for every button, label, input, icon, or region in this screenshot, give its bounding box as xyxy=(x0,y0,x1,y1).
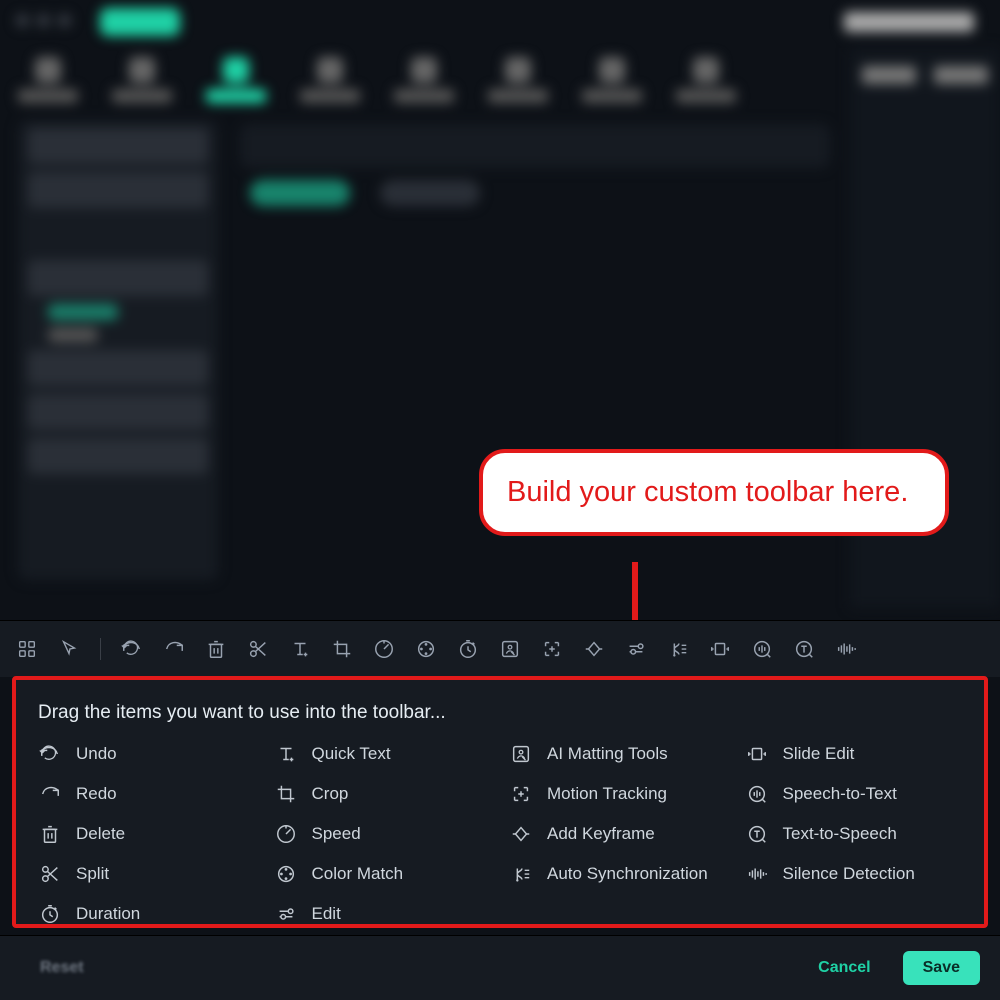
crop-icon[interactable] xyxy=(331,638,353,660)
dialog-footer: Reset Cancel Save xyxy=(0,935,1000,1000)
search-bar xyxy=(240,124,830,168)
cursor-icon[interactable] xyxy=(58,638,80,660)
main-tabs xyxy=(18,48,980,112)
item-label: Slide Edit xyxy=(783,744,855,764)
item-label: Edit xyxy=(312,904,341,924)
item-label: Add Keyframe xyxy=(547,824,655,844)
window-controls xyxy=(16,14,71,27)
item-crop[interactable]: Crop xyxy=(274,782,492,806)
autosync-icon[interactable] xyxy=(667,638,689,660)
quicktext-icon[interactable] xyxy=(289,638,311,660)
item-label: Speed xyxy=(312,824,361,844)
item-label: Silence Detection xyxy=(783,864,915,884)
crop-icon xyxy=(274,782,298,806)
item-label: Auto Synchronization xyxy=(547,864,708,884)
item-label: AI Matting Tools xyxy=(547,744,668,764)
item-autosync[interactable]: Auto Synchronization xyxy=(509,862,727,886)
item-slideedit[interactable]: Slide Edit xyxy=(745,742,963,766)
item-delete[interactable]: Delete xyxy=(38,822,256,846)
tts-icon xyxy=(745,822,769,846)
cancel-button[interactable]: Cancel xyxy=(798,951,890,985)
aimatting-icon xyxy=(509,742,533,766)
custom-toolbar[interactable] xyxy=(0,620,1000,677)
item-silence[interactable]: Silence Detection xyxy=(745,862,963,886)
item-duration[interactable]: Duration xyxy=(38,902,256,926)
item-label: Speech-to-Text xyxy=(783,784,897,804)
item-stt[interactable]: Speech-to-Text xyxy=(745,782,963,806)
slideedit-icon xyxy=(745,742,769,766)
item-tts[interactable]: Text-to-Speech xyxy=(745,822,963,846)
delete-icon[interactable] xyxy=(205,638,227,660)
slideedit-icon[interactable] xyxy=(709,638,731,660)
item-aimatting[interactable]: AI Matting Tools xyxy=(509,742,727,766)
import-button xyxy=(100,8,180,36)
delete-icon xyxy=(38,822,62,846)
item-edit[interactable]: Edit xyxy=(274,902,492,926)
item-label: Undo xyxy=(76,744,117,764)
duration-icon xyxy=(38,902,62,926)
item-undo[interactable]: Undo xyxy=(38,742,256,766)
save-button[interactable]: Save xyxy=(903,951,980,985)
item-redo[interactable]: Redo xyxy=(38,782,256,806)
motiontrack-icon[interactable] xyxy=(541,638,563,660)
item-label: Quick Text xyxy=(312,744,391,764)
keyframe-icon xyxy=(509,822,533,846)
project-title xyxy=(844,12,974,32)
tts-icon[interactable] xyxy=(793,638,815,660)
item-colormatch[interactable]: Color Match xyxy=(274,862,492,886)
autosync-icon xyxy=(509,862,533,886)
edit-icon[interactable] xyxy=(625,638,647,660)
undo-icon xyxy=(38,742,62,766)
colormatch-icon xyxy=(274,862,298,886)
split-icon[interactable] xyxy=(247,638,269,660)
customize-panel: Drag the items you want to use into the … xyxy=(12,676,988,928)
item-label: Text-to-Speech xyxy=(783,824,897,844)
duration-icon[interactable] xyxy=(457,638,479,660)
redo-icon[interactable] xyxy=(163,638,185,660)
item-label: Split xyxy=(76,864,109,884)
item-label: Crop xyxy=(312,784,349,804)
speed-icon xyxy=(274,822,298,846)
keyframe-icon[interactable] xyxy=(583,638,605,660)
toolbar-separator xyxy=(100,638,101,660)
item-label: Motion Tracking xyxy=(547,784,667,804)
callout-bubble: Build your custom toolbar here. xyxy=(479,449,949,536)
sidebar xyxy=(18,120,218,580)
quicktext-icon xyxy=(274,742,298,766)
item-label: Duration xyxy=(76,904,140,924)
item-label: Color Match xyxy=(312,864,404,884)
item-split[interactable]: Split xyxy=(38,862,256,886)
sub-tabs xyxy=(250,180,480,206)
undo-icon[interactable] xyxy=(121,638,143,660)
stt-icon[interactable] xyxy=(751,638,773,660)
reset-button[interactable]: Reset xyxy=(20,951,104,985)
item-motiontrack[interactable]: Motion Tracking xyxy=(509,782,727,806)
speed-icon[interactable] xyxy=(373,638,395,660)
grid-icon[interactable] xyxy=(16,638,38,660)
split-icon xyxy=(38,862,62,886)
aimatting-icon[interactable] xyxy=(499,638,521,660)
item-keyframe[interactable]: Add Keyframe xyxy=(509,822,727,846)
motiontrack-icon xyxy=(509,782,533,806)
stt-icon xyxy=(745,782,769,806)
item-quicktext[interactable]: Quick Text xyxy=(274,742,492,766)
item-speed[interactable]: Speed xyxy=(274,822,492,846)
item-label: Delete xyxy=(76,824,125,844)
customize-heading: Drag the items you want to use into the … xyxy=(38,702,962,724)
edit-icon xyxy=(274,902,298,926)
redo-icon xyxy=(38,782,62,806)
silence-icon xyxy=(745,862,769,886)
silence-icon[interactable] xyxy=(835,638,857,660)
item-label: Redo xyxy=(76,784,117,804)
colormatch-icon[interactable] xyxy=(415,638,437,660)
